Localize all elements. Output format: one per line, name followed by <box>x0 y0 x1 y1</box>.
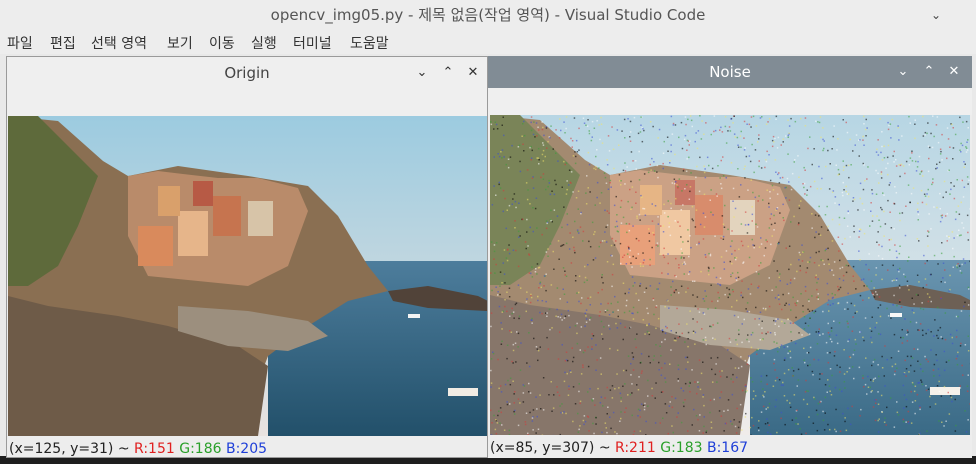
menu-file[interactable]: 파일 <box>7 33 33 53</box>
origin-window: Origin ⌄ ⌃ ✕ (x=125, y=31) ~ R:151 G:186… <box>6 56 488 458</box>
origin-status-g: G:186 <box>179 441 222 457</box>
menu-terminal[interactable]: 터미널 <box>293 33 332 53</box>
origin-window-title: Origin <box>224 64 270 82</box>
noise-status-r: R:211 <box>615 440 656 456</box>
origin-status-bar: (x=125, y=31) ~ R:151 G:186 B:205 <box>9 440 267 458</box>
menu-selection[interactable]: 선택 영역 <box>91 33 147 53</box>
origin-toolbar <box>7 89 487 116</box>
noise-status-b: B:167 <box>706 440 749 456</box>
close-icon[interactable]: ✕ <box>464 57 482 89</box>
chevron-down-icon[interactable]: ⌄ <box>413 57 431 89</box>
origin-titlebar[interactable]: Origin ⌄ ⌃ ✕ <box>7 57 487 89</box>
noise-scene <box>490 115 970 435</box>
menu-help[interactable]: 도움말 <box>350 33 389 53</box>
origin-status-coords: (x=125, y=31) ~ <box>9 441 130 457</box>
noise-status-g: G:183 <box>660 440 703 456</box>
origin-image[interactable] <box>8 116 487 436</box>
noise-window: Noise ⌄ ⌃ ✕ (x=85, y=307) ~ R:211 G:183 … <box>488 56 972 458</box>
origin-status-r: R:151 <box>134 441 175 457</box>
chevron-down-icon[interactable]: ⌄ <box>894 56 912 88</box>
noise-status-bar: (x=85, y=307) ~ R:211 G:183 B:167 <box>490 439 748 457</box>
origin-scene <box>8 116 487 436</box>
menu-go[interactable]: 이동 <box>209 33 235 53</box>
menu-run[interactable]: 실행 <box>251 33 277 53</box>
noise-titlebar[interactable]: Noise ⌄ ⌃ ✕ <box>488 56 972 88</box>
menu-view[interactable]: 보기 <box>167 33 193 53</box>
noise-window-title: Noise <box>709 63 751 81</box>
chevron-up-icon[interactable]: ⌃ <box>439 57 457 89</box>
vscode-title-bar: opencv_img05.py - 제목 없음(작업 영역) - Visual … <box>0 0 976 30</box>
close-icon[interactable]: ✕ <box>945 56 963 88</box>
noise-status-coords: (x=85, y=307) ~ <box>490 440 611 456</box>
chevron-up-icon[interactable]: ⌃ <box>920 56 938 88</box>
vscode-menu-bar: 파일 편집 선택 영역 보기 이동 실행 터미널 도움말 <box>0 30 976 54</box>
vscode-window-title: opencv_img05.py - 제목 없음(작업 영역) - Visual … <box>270 6 706 24</box>
noise-image[interactable] <box>490 115 970 435</box>
origin-status-b: B:205 <box>225 441 268 457</box>
noise-toolbar <box>488 88 972 115</box>
chevron-down-icon[interactable]: ⌄ <box>926 0 946 30</box>
menu-edit[interactable]: 편집 <box>50 33 76 53</box>
